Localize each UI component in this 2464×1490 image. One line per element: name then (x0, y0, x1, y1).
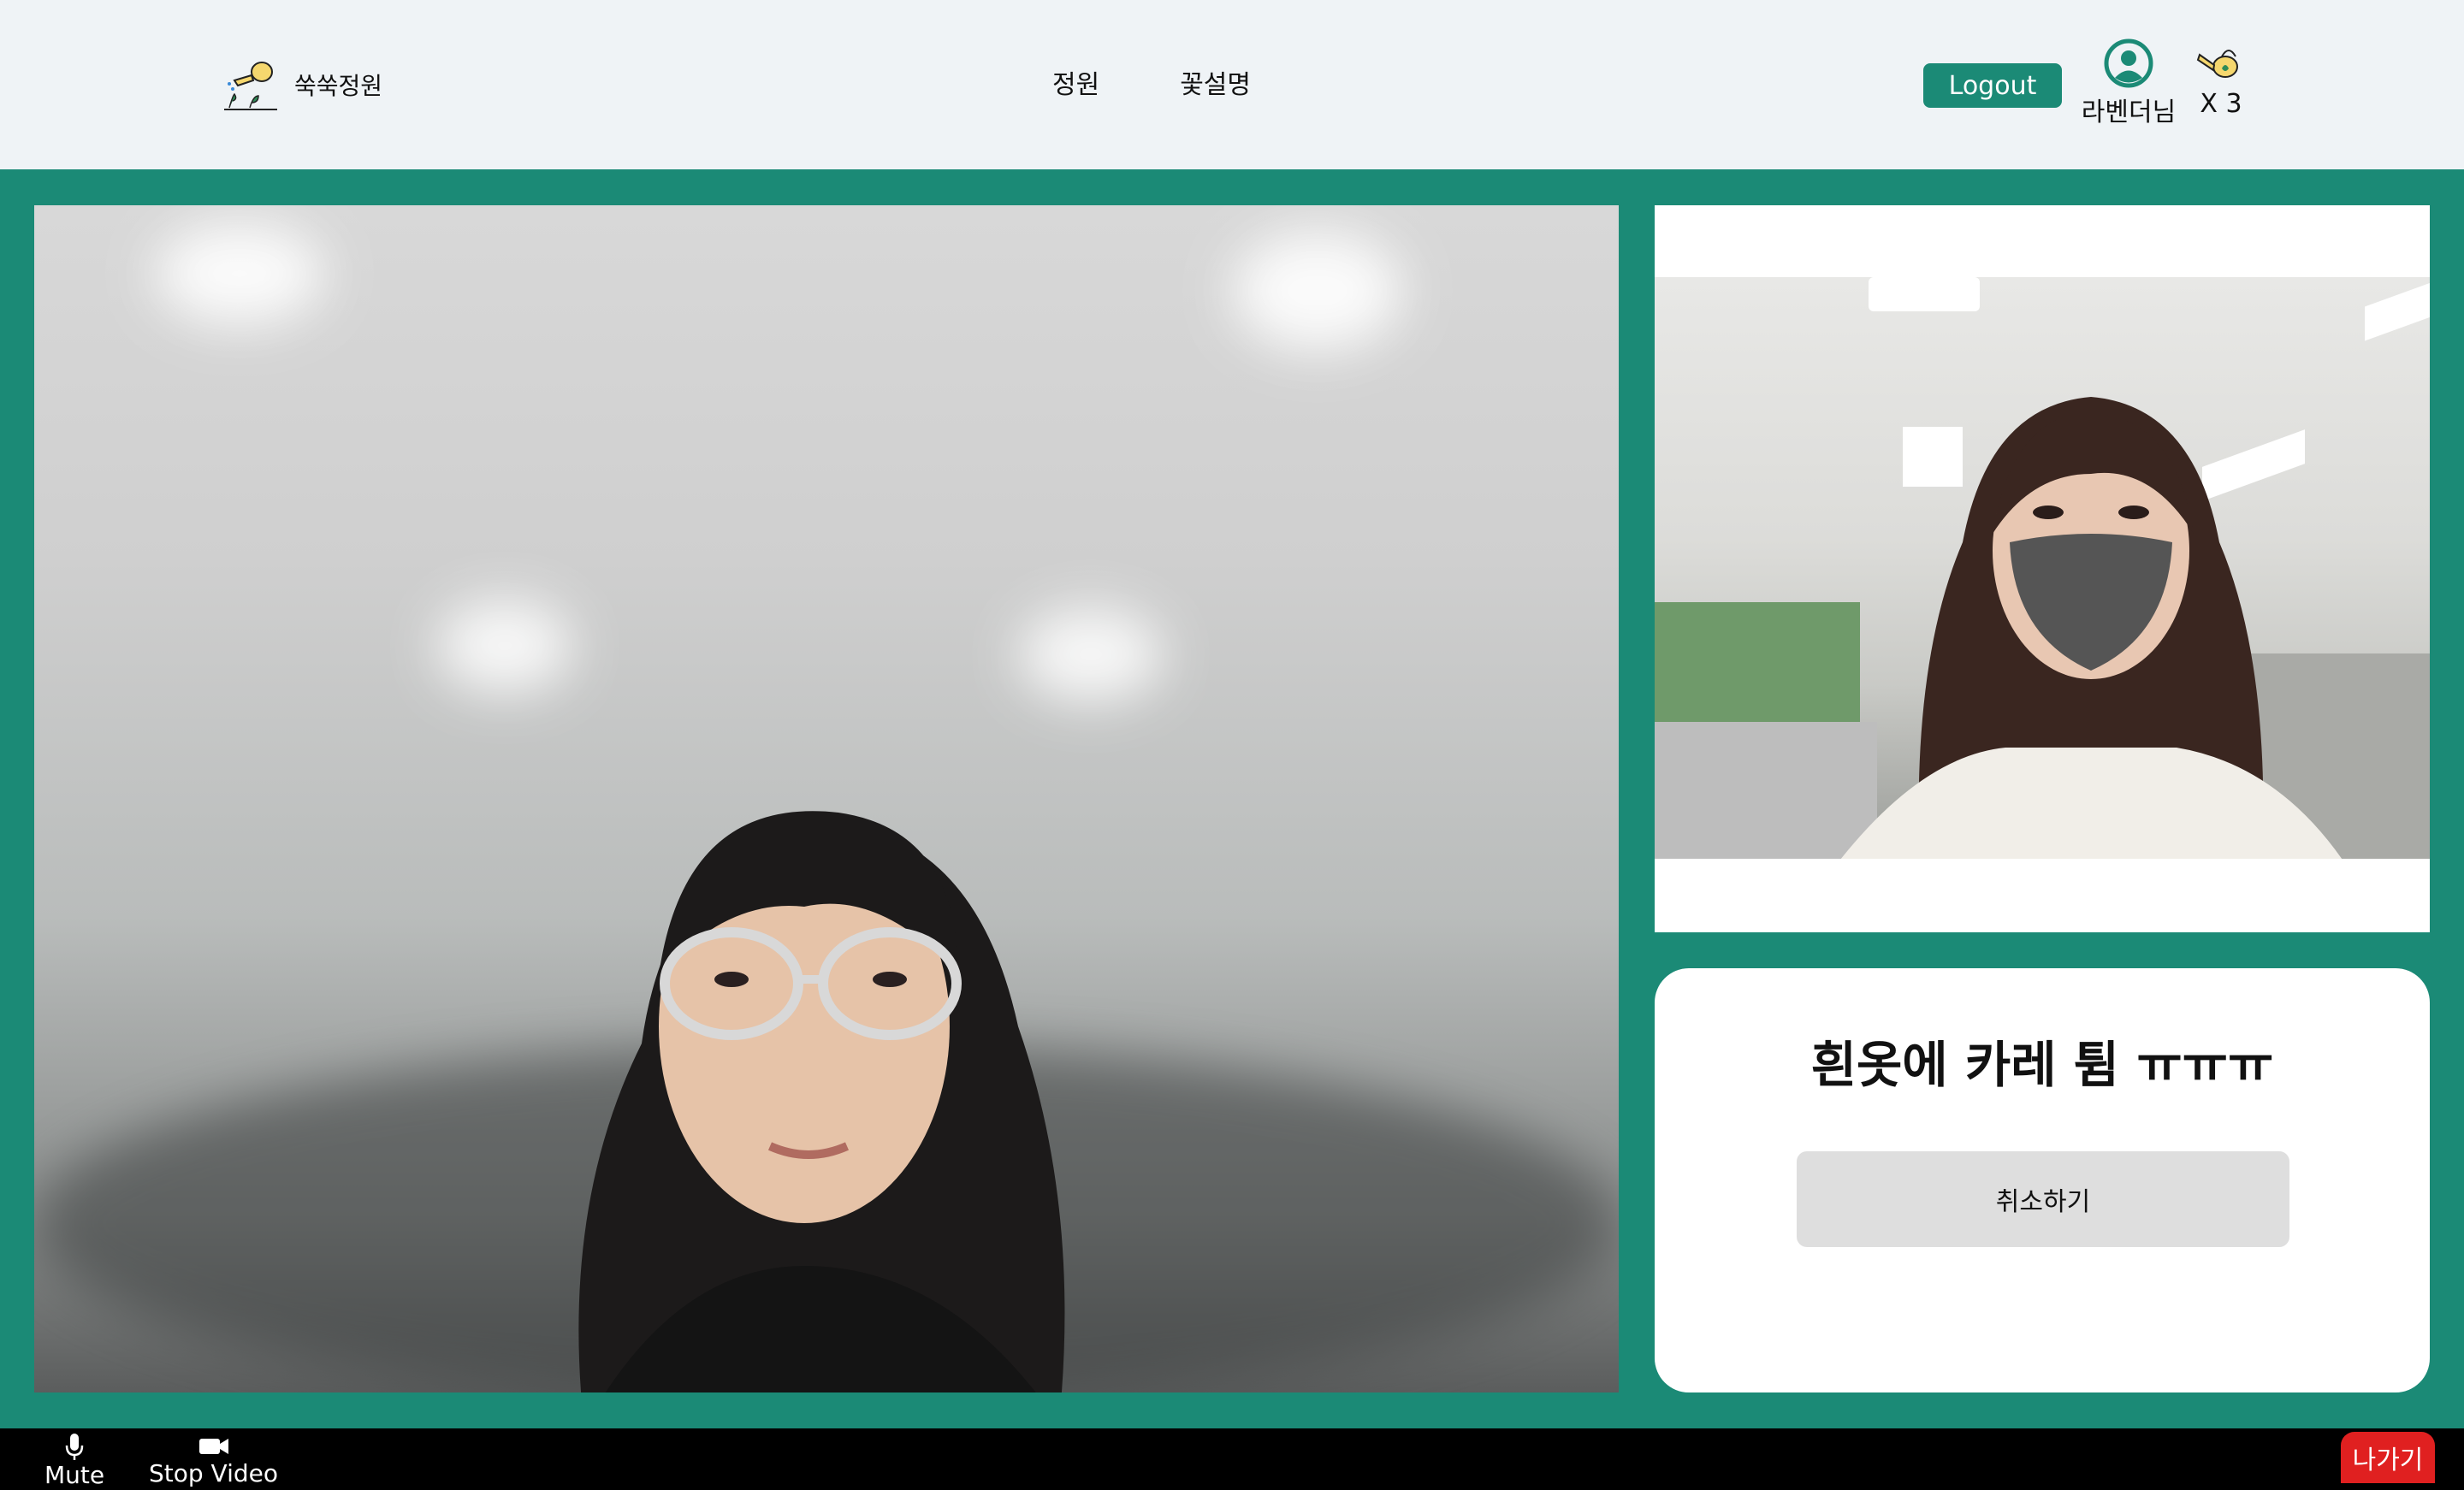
stop-video-label: Stop Video (149, 1459, 279, 1487)
user-circle-icon (2104, 38, 2153, 88)
side-video-panel (1655, 205, 2430, 932)
nav-item-flower-info[interactable]: 꽃설명 (1180, 63, 1251, 101)
ceiling-light (1869, 277, 1980, 311)
status-message: 흰옷에 카레 튐 ㅠㅠㅠ (1810, 1036, 2274, 1094)
main-nav: 정원 꽃설명 (1052, 63, 1251, 101)
ceiling-light (1232, 231, 1403, 351)
ceiling-light (1018, 607, 1164, 701)
microphone-icon (65, 1434, 84, 1460)
ceiling-light (2365, 281, 2430, 341)
user-name: 라벤더님 (2081, 98, 2177, 127)
status-card: 흰옷에 카레 튐 ㅠㅠㅠ 취소하기 (1655, 968, 2430, 1392)
main-video-feed (34, 205, 1619, 1392)
watering-can-logo-icon (224, 62, 277, 110)
watering-count-text: X 3 (2200, 89, 2242, 119)
participant-secondary (1840, 397, 2343, 859)
ceiling-light (154, 222, 325, 325)
stop-video-button[interactable]: Stop Video (149, 1428, 278, 1487)
ceiling-light (436, 599, 573, 693)
brand-name: 쑥쑥정원 (294, 72, 383, 100)
secondary-video-feed (1655, 277, 2430, 859)
top-header: 쑥쑥정원 정원 꽃설명 Logout 라벤더님 X 3 (0, 0, 2464, 169)
video-camera-icon (198, 1439, 228, 1454)
brand[interactable]: 쑥쑥정원 (221, 55, 382, 115)
nav-item-garden[interactable]: 정원 (1052, 63, 1099, 101)
mute-button[interactable]: Mute (44, 1428, 104, 1489)
mute-label: Mute (44, 1461, 105, 1489)
participant-main (578, 811, 1065, 1392)
meeting-toolbar: Mute Stop Video (0, 1428, 2464, 1490)
cancel-button[interactable]: 취소하기 (1797, 1151, 2289, 1247)
watering-can-icon (2196, 50, 2238, 78)
watering-count: X 3 (2195, 43, 2247, 119)
exit-button[interactable]: 나가기 (2341, 1432, 2435, 1483)
logout-button[interactable]: Logout (1923, 63, 2062, 108)
user-profile[interactable]: 라벤더님 (2077, 38, 2180, 128)
